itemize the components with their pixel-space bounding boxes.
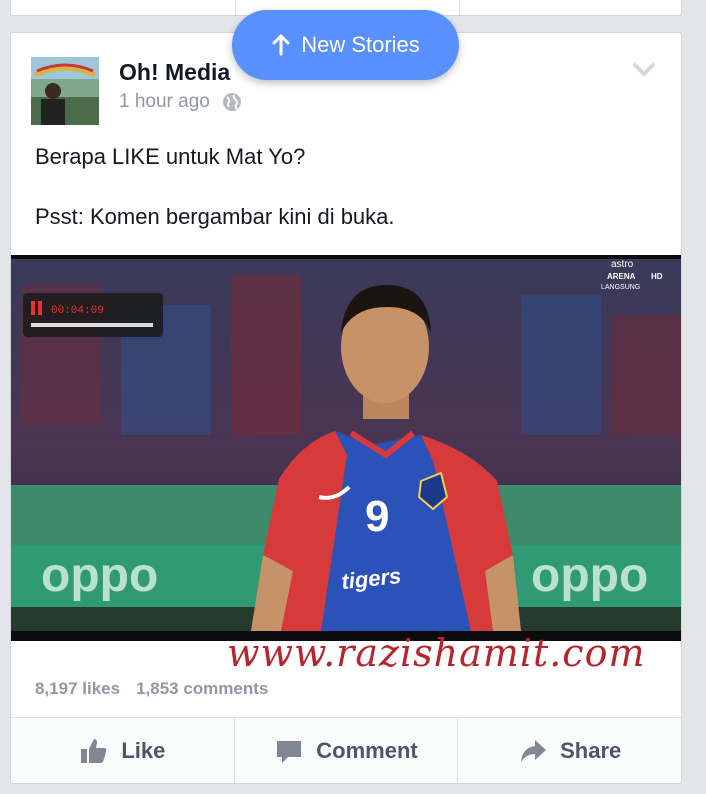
new-stories-label: New Stories: [301, 32, 420, 57]
post-message-line: Berapa LIKE untuk Mat Yo?: [35, 144, 306, 169]
author-name[interactable]: Oh! Media: [119, 59, 230, 86]
divider: [235, 0, 236, 15]
like-label: Like: [121, 737, 166, 763]
recording-timer: 00:04:09: [51, 305, 104, 317]
post-card: Oh! Media 1 hour ago Berapa LIKE untuk M…: [10, 32, 682, 784]
author-avatar[interactable]: [31, 57, 99, 125]
likes-count[interactable]: 8,197 likes: [35, 679, 120, 699]
post-photo[interactable]: oppo oppo 00:04:09 astro ARENA HD LANGSU…: [11, 255, 681, 641]
channel-logo-text: LANGSUNG: [601, 284, 640, 291]
channel-logo-text: ARENA: [607, 272, 636, 281]
photo-image: oppo oppo 00:04:09 astro ARENA HD LANGSU…: [11, 255, 681, 641]
arrow-up-icon: [272, 34, 290, 56]
share-arrow-icon: [521, 739, 547, 762]
hd-badge: HD: [651, 272, 663, 281]
jersey-number: 9: [365, 492, 389, 541]
new-stories-button[interactable]: New Stories: [232, 10, 459, 80]
globe-icon: [222, 93, 241, 111]
share-label: Share: [560, 737, 622, 763]
share-button[interactable]: Share: [458, 718, 681, 783]
action-bar: Like Comment Share: [11, 717, 681, 783]
post-timestamp[interactable]: 1 hour ago: [119, 91, 210, 113]
comments-count[interactable]: 1,853 comments: [136, 679, 268, 699]
comment-bubble-icon: [277, 740, 302, 763]
sponsor-board-text: oppo: [531, 549, 648, 602]
post-meta: 1 hour ago: [119, 91, 242, 113]
comment-label: Comment: [316, 737, 418, 763]
post-message-line: Psst: Komen bergambar kini di buka.: [35, 204, 395, 229]
post-stats: 8,197 likes 1,853 comments: [35, 679, 268, 699]
comment-button[interactable]: Comment: [235, 718, 459, 783]
divider: [459, 0, 460, 15]
chevron-down-icon[interactable]: [633, 63, 655, 77]
avatar-image: [31, 57, 99, 125]
like-button[interactable]: Like: [11, 718, 235, 783]
sponsor-board-text: oppo: [41, 549, 158, 602]
thumbs-up-icon: [81, 738, 107, 763]
photo-watermark: www.razishamit.com: [227, 631, 646, 675]
channel-logo-text: astro: [611, 259, 634, 270]
